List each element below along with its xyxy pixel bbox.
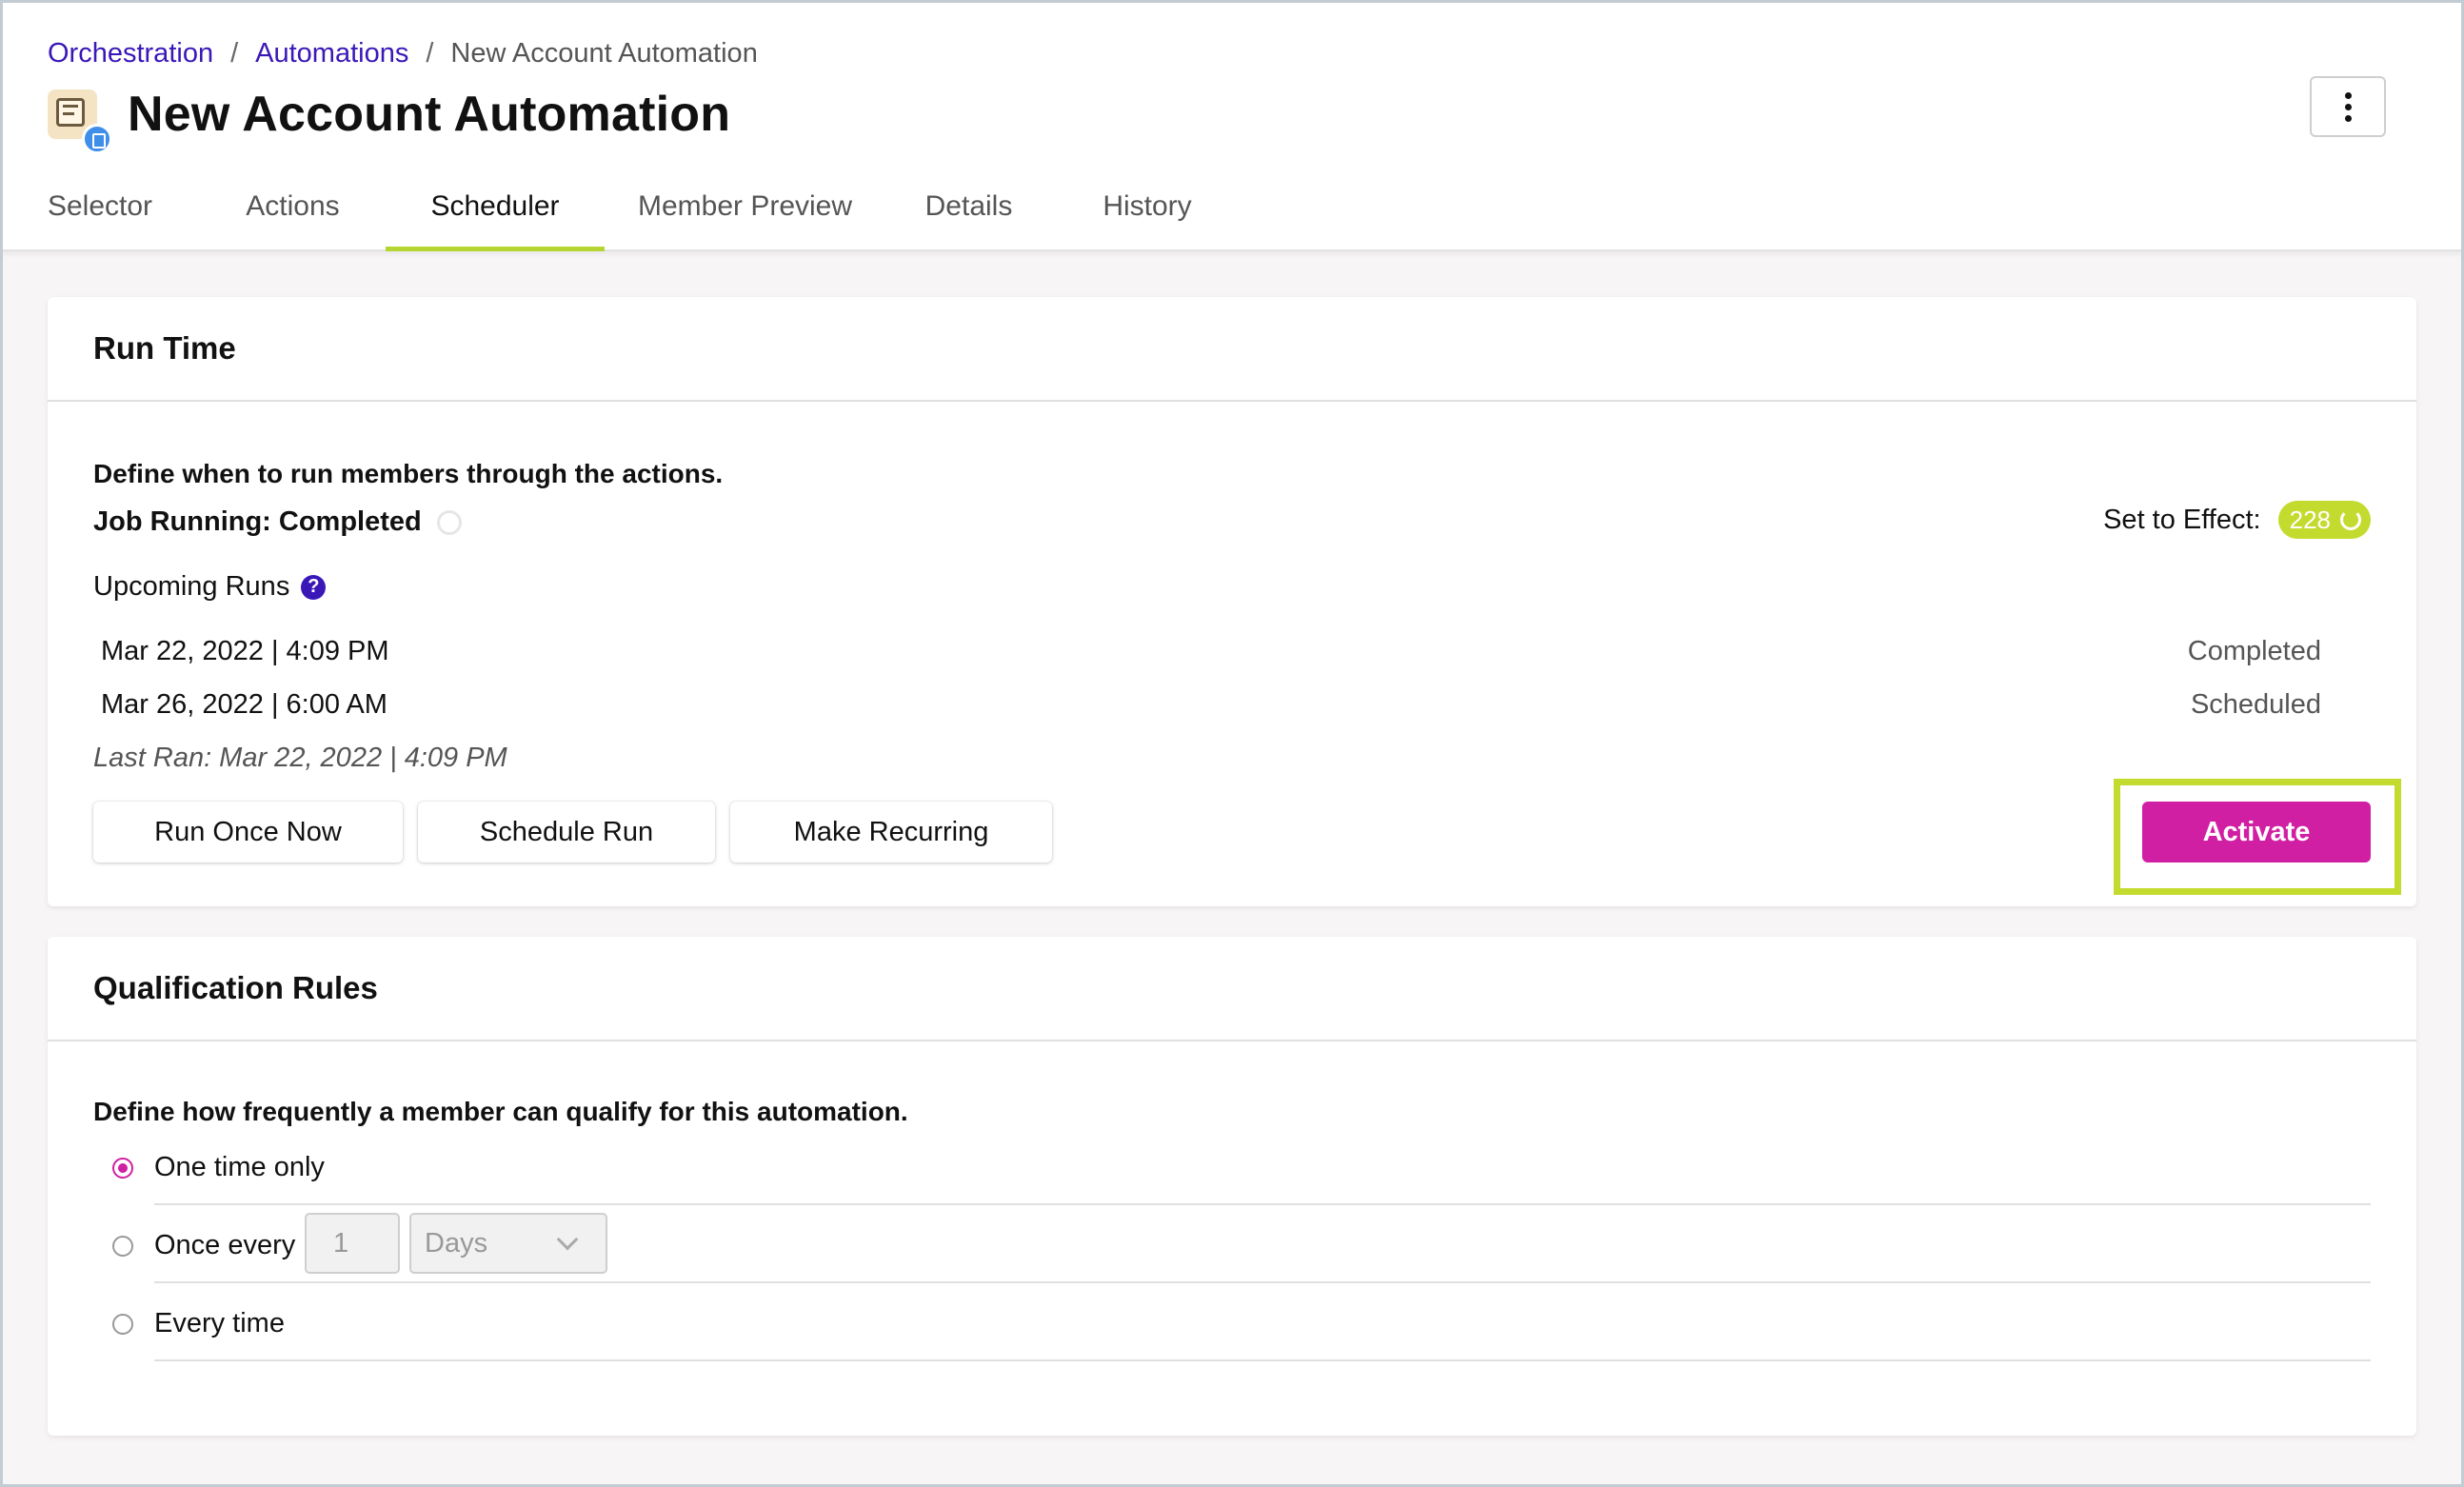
run-time-body: Define when to run members through the a… xyxy=(48,402,2416,906)
option-one-time-only-label[interactable]: One time only xyxy=(154,1152,325,1183)
job-status-text: Job Running: Completed xyxy=(93,506,422,537)
option-every-time-label[interactable]: Every time xyxy=(154,1308,285,1339)
page-header: Orchestration / Automations / New Accoun… xyxy=(0,0,2464,251)
radio-one-time-only[interactable] xyxy=(112,1158,133,1179)
breadcrumb-orchestration[interactable]: Orchestration xyxy=(48,38,213,69)
tab-bar: Selector Actions Scheduler Member Previe… xyxy=(0,162,1242,251)
run-time-header: Run Time xyxy=(48,297,2416,402)
more-vertical-icon xyxy=(2344,91,2352,122)
make-recurring-button[interactable]: Make Recurring xyxy=(730,802,1052,862)
automation-icon xyxy=(48,89,112,154)
set-to-effect-count: 228 xyxy=(2289,505,2331,534)
tab-selector[interactable]: Selector xyxy=(0,162,200,251)
run-date: Mar 26, 2022 | 6:00 AM xyxy=(101,689,387,720)
interval-unit-select[interactable]: Days xyxy=(409,1213,607,1274)
help-icon[interactable]: ? xyxy=(301,574,327,600)
job-status: Job Running: Completed xyxy=(93,506,462,538)
last-ran-text: Last Ran: Mar 22, 2022 | 4:09 PM xyxy=(93,743,507,773)
qualification-rules-title: Qualification Rules xyxy=(93,970,378,1005)
set-to-effect: Set to Effect: 228 xyxy=(2103,501,2371,539)
qualification-rules-body: Define how frequently a member can quali… xyxy=(48,1041,2416,1436)
run-time-card: Run Time Define when to run members thro… xyxy=(48,297,2416,906)
interval-value-input[interactable]: 1 xyxy=(305,1213,400,1274)
breadcrumb-current: New Account Automation xyxy=(450,37,758,69)
database-badge-icon xyxy=(82,124,112,154)
tab-history[interactable]: History xyxy=(1052,162,1242,251)
schedule-run-button[interactable]: Schedule Run xyxy=(418,802,715,862)
option-divider xyxy=(154,1281,2371,1283)
tab-scheduler[interactable]: Scheduler xyxy=(386,162,605,251)
set-to-effect-badge[interactable]: 228 xyxy=(2277,501,2371,539)
checklist-icon xyxy=(56,98,85,127)
radio-every-time[interactable] xyxy=(112,1314,133,1335)
chevron-down-icon xyxy=(556,1228,579,1251)
interval-value: 1 xyxy=(333,1227,349,1259)
run-time-title: Run Time xyxy=(93,330,236,366)
run-status: Scheduled xyxy=(2190,689,2321,720)
interval-unit: Days xyxy=(425,1227,488,1259)
option-divider xyxy=(154,1203,2371,1205)
tab-actions[interactable]: Actions xyxy=(200,162,386,251)
run-date: Mar 22, 2022 | 4:09 PM xyxy=(101,636,389,666)
run-status: Completed xyxy=(2187,636,2321,666)
run-time-description: Define when to run members through the a… xyxy=(93,459,724,488)
qualification-rules-header: Qualification Rules xyxy=(48,937,2416,1041)
activate-button[interactable]: Activate xyxy=(2142,802,2371,862)
option-once-every-label[interactable]: Once every xyxy=(154,1230,295,1261)
upcoming-runs-label: Upcoming Runs xyxy=(93,571,290,602)
breadcrumb: Orchestration / Automations / New Accoun… xyxy=(48,34,758,72)
breadcrumb-automations[interactable]: Automations xyxy=(255,38,408,69)
tab-details[interactable]: Details xyxy=(885,162,1052,251)
option-divider xyxy=(154,1359,2371,1361)
breadcrumb-separator: / xyxy=(230,37,239,69)
title-row: New Account Automation xyxy=(48,84,731,154)
refresh-icon[interactable] xyxy=(2340,509,2361,530)
qualification-rules-card: Qualification Rules Define how frequentl… xyxy=(48,937,2416,1436)
radio-once-every[interactable] xyxy=(112,1236,133,1257)
set-to-effect-label: Set to Effect: xyxy=(2103,504,2261,535)
upcoming-runs-heading: Upcoming Runs ? xyxy=(93,571,327,603)
tab-member-preview[interactable]: Member Preview xyxy=(605,162,885,251)
qualification-description: Define how frequently a member can quali… xyxy=(93,1097,908,1126)
run-once-now-button[interactable]: Run Once Now xyxy=(93,802,403,862)
loading-spinner-icon xyxy=(436,509,462,535)
breadcrumb-separator: / xyxy=(426,37,434,69)
more-options-button[interactable] xyxy=(2310,76,2386,137)
page-title: New Account Automation xyxy=(128,87,731,142)
